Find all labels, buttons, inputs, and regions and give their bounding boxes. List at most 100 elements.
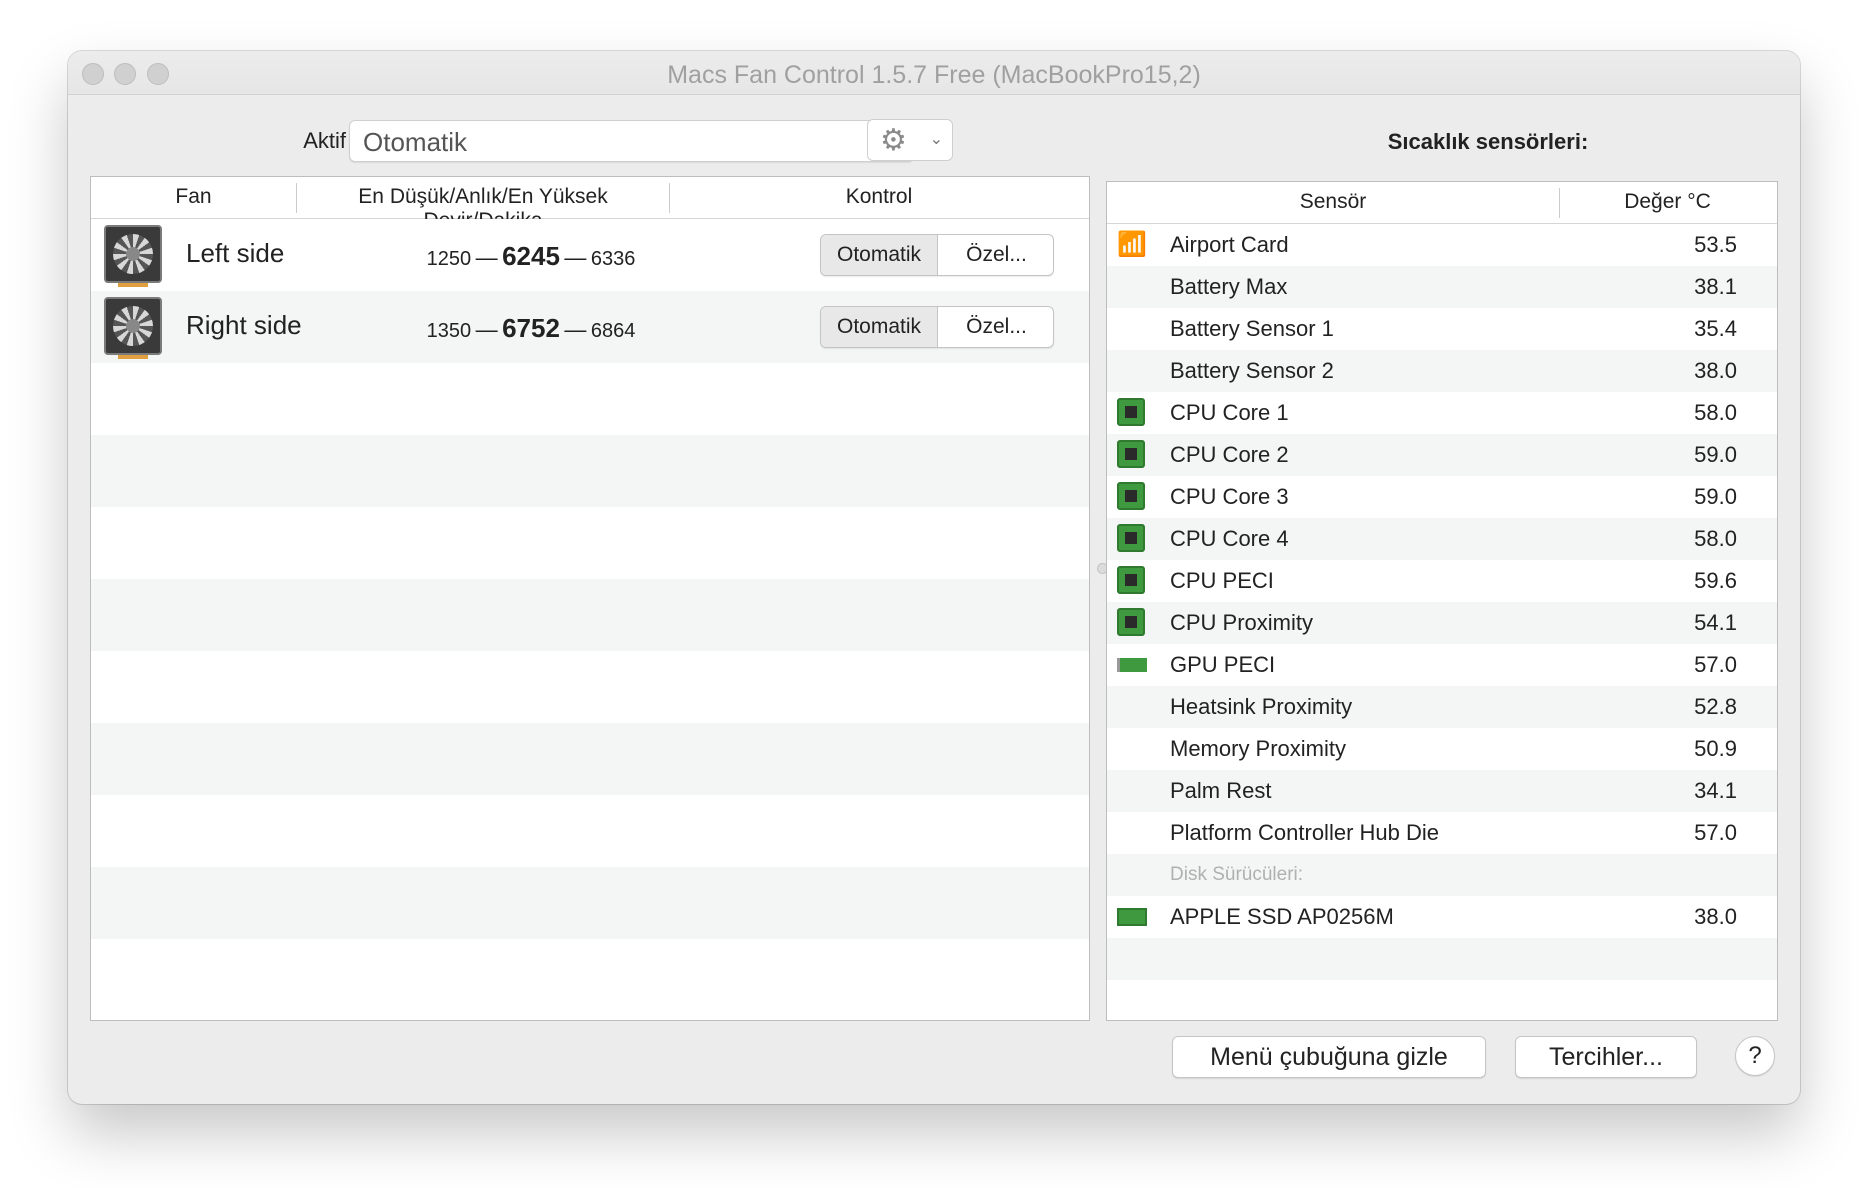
sensor-row[interactable]: Battery Sensor 1 35.4: [1107, 308, 1777, 350]
sensor-value: 59.0: [1694, 484, 1737, 509]
table-row-background: [91, 435, 1089, 507]
sensor-value: 38.1: [1694, 274, 1737, 299]
sensor-row[interactable]: CPU Core 4 58.0: [1107, 518, 1777, 560]
table-row-background: [91, 579, 1089, 651]
fan-rpm-current: 6245: [502, 241, 560, 271]
app-window: Macs Fan Control 1.5.7 Free (MacBookPro1…: [68, 51, 1800, 1104]
settings-menu-button[interactable]: ⚙ ⌄: [867, 119, 953, 161]
sensor-value: 53.5: [1694, 232, 1737, 257]
sensor-value: 59.6: [1694, 568, 1737, 593]
sensor-name: Platform Controller Hub Die: [1170, 820, 1439, 845]
fan-rpm-min: 1350: [426, 320, 472, 342]
column-header-fan[interactable]: Fan: [91, 185, 296, 209]
sensor-row[interactable]: Battery Sensor 2 38.0: [1107, 350, 1777, 392]
fan-icon: [104, 225, 162, 287]
cpu-icon: [1117, 566, 1147, 596]
sensor-row[interactable]: GPU PECI 57.0: [1107, 644, 1777, 686]
sensor-name: GPU PECI: [1170, 652, 1276, 677]
sensor-name: Battery Max: [1170, 274, 1288, 299]
sensor-row[interactable]: 📶 Airport Card 53.5: [1107, 224, 1777, 266]
table-row-background: [91, 795, 1089, 867]
ssd-icon: [1117, 902, 1147, 932]
fan-custom-button[interactable]: Özel...: [938, 235, 1053, 275]
sensor-row[interactable]: Battery Max 38.1: [1107, 266, 1777, 308]
chevron-down-icon: ⌄: [929, 131, 943, 148]
sensor-name: APPLE SSD AP0256M: [1170, 904, 1394, 929]
table-row-background: [91, 363, 1089, 435]
fan-rpm-max: 6864: [590, 320, 636, 342]
fan-rpm-max: 6336: [590, 248, 636, 270]
sensor-name: Memory Proximity: [1170, 736, 1347, 761]
fans-table: Fan En Düşük/Anlık/En Yüksek Devir/Dakik…: [90, 176, 1090, 1021]
sensor-row[interactable]: Palm Rest 34.1: [1107, 770, 1777, 812]
sensor-name: CPU Core 1: [1170, 400, 1289, 425]
wifi-icon: 📶: [1117, 231, 1147, 258]
active-preset-value: Otomatik: [363, 127, 468, 157]
table-row-background: [1107, 938, 1777, 980]
window-title: Macs Fan Control 1.5.7 Free (MacBookPro1…: [667, 61, 1201, 89]
disk-group-label: Disk Sürücüleri:: [1170, 864, 1304, 885]
fan-control-segment: Otomatik Özel...: [820, 306, 1054, 348]
column-header-sensor[interactable]: Sensör: [1107, 190, 1559, 214]
fans-table-header: Fan En Düşük/Anlık/En Yüksek Devir/Dakik…: [91, 177, 1089, 232]
sensor-row[interactable]: CPU PECI 59.6: [1107, 560, 1777, 602]
column-header-value[interactable]: Değer °C: [1560, 190, 1775, 214]
sensor-name: Heatsink Proximity: [1170, 694, 1353, 719]
sensor-row[interactable]: CPU Proximity 54.1: [1107, 602, 1777, 644]
fan-rpm-current: 6752: [502, 313, 560, 343]
sensor-value: 58.0: [1694, 526, 1737, 551]
fan-row-left[interactable]: Left side 1250 — 6245 — 6336 Otomatik Öz…: [91, 219, 1089, 291]
fan-auto-button[interactable]: Otomatik: [821, 235, 938, 275]
fan-rpm: 1350 — 6752 — 6864: [426, 313, 636, 343]
sensor-name: Battery Sensor 2: [1170, 358, 1334, 383]
table-row-background: [91, 507, 1089, 579]
table-row-background: [91, 723, 1089, 795]
table-row-background: [91, 651, 1089, 723]
sensor-row[interactable]: CPU Core 1 58.0: [1107, 392, 1777, 434]
fan-control-segment: Otomatik Özel...: [820, 234, 1054, 276]
sensor-value: 38.0: [1694, 358, 1737, 383]
sensor-value: 34.1: [1694, 778, 1737, 803]
sensor-value: 50.9: [1694, 736, 1737, 761]
sensors-title: Sıcaklık sensörleri:: [1387, 129, 1589, 154]
gear-icon: ⚙: [880, 124, 907, 157]
sensor-row[interactable]: CPU Core 2 59.0: [1107, 434, 1777, 476]
fan-rpm: 1250 — 6245 — 6336: [426, 241, 636, 271]
sensor-row[interactable]: Memory Proximity 50.9: [1107, 728, 1777, 770]
sensor-value: 57.0: [1694, 652, 1737, 677]
sensor-value: 54.1: [1694, 610, 1737, 635]
cpu-icon: [1117, 482, 1147, 512]
sensors-table-header: Sensör Değer °C: [1107, 182, 1777, 224]
sensor-row[interactable]: APPLE SSD AP0256M 38.0: [1107, 896, 1777, 938]
sensor-value: 38.0: [1694, 904, 1737, 929]
fan-auto-button[interactable]: Otomatik: [821, 307, 938, 347]
table-row-background: [91, 867, 1089, 939]
sensor-value: 59.0: [1694, 442, 1737, 467]
sensor-group-header: Disk Sürücüleri:: [1107, 854, 1777, 896]
sensor-row[interactable]: Platform Controller Hub Die 57.0: [1107, 812, 1777, 854]
cpu-icon: [1117, 440, 1147, 470]
fan-icon: [104, 297, 162, 359]
sensor-value: 58.0: [1694, 400, 1737, 425]
preferences-button[interactable]: Tercihler...: [1515, 1036, 1697, 1078]
fan-name: Left side: [186, 238, 285, 268]
sensor-name: Battery Sensor 1: [1170, 316, 1334, 341]
sensor-name: CPU Core 3: [1170, 484, 1289, 509]
sensor-row[interactable]: Heatsink Proximity 52.8: [1107, 686, 1777, 728]
fan-custom-button[interactable]: Özel...: [938, 307, 1053, 347]
column-header-control[interactable]: Kontrol: [670, 185, 1088, 209]
title-bar: Macs Fan Control 1.5.7 Free (MacBookPro1…: [68, 51, 1800, 95]
sensor-value: 35.4: [1694, 316, 1737, 341]
cpu-icon: [1117, 608, 1147, 638]
hide-to-menubar-button[interactable]: Menü çubuğuna gizle: [1172, 1036, 1486, 1078]
sensor-name: CPU PECI: [1170, 568, 1274, 593]
active-preset-select[interactable]: Otomatik ⌄: [349, 120, 914, 162]
cpu-icon: [1117, 524, 1147, 554]
help-button[interactable]: ?: [1735, 1036, 1775, 1076]
sensor-row[interactable]: CPU Core 3 59.0: [1107, 476, 1777, 518]
gpu-icon: [1117, 650, 1147, 680]
cpu-icon: [1117, 398, 1147, 428]
sensor-name: Palm Rest: [1170, 778, 1272, 803]
fan-row-right[interactable]: Right side 1350 — 6752 — 6864 Otomatik Ö…: [91, 291, 1089, 363]
sensors-table: Sensör Değer °C 📶 Airport Card 53.5 Batt…: [1106, 181, 1778, 1021]
